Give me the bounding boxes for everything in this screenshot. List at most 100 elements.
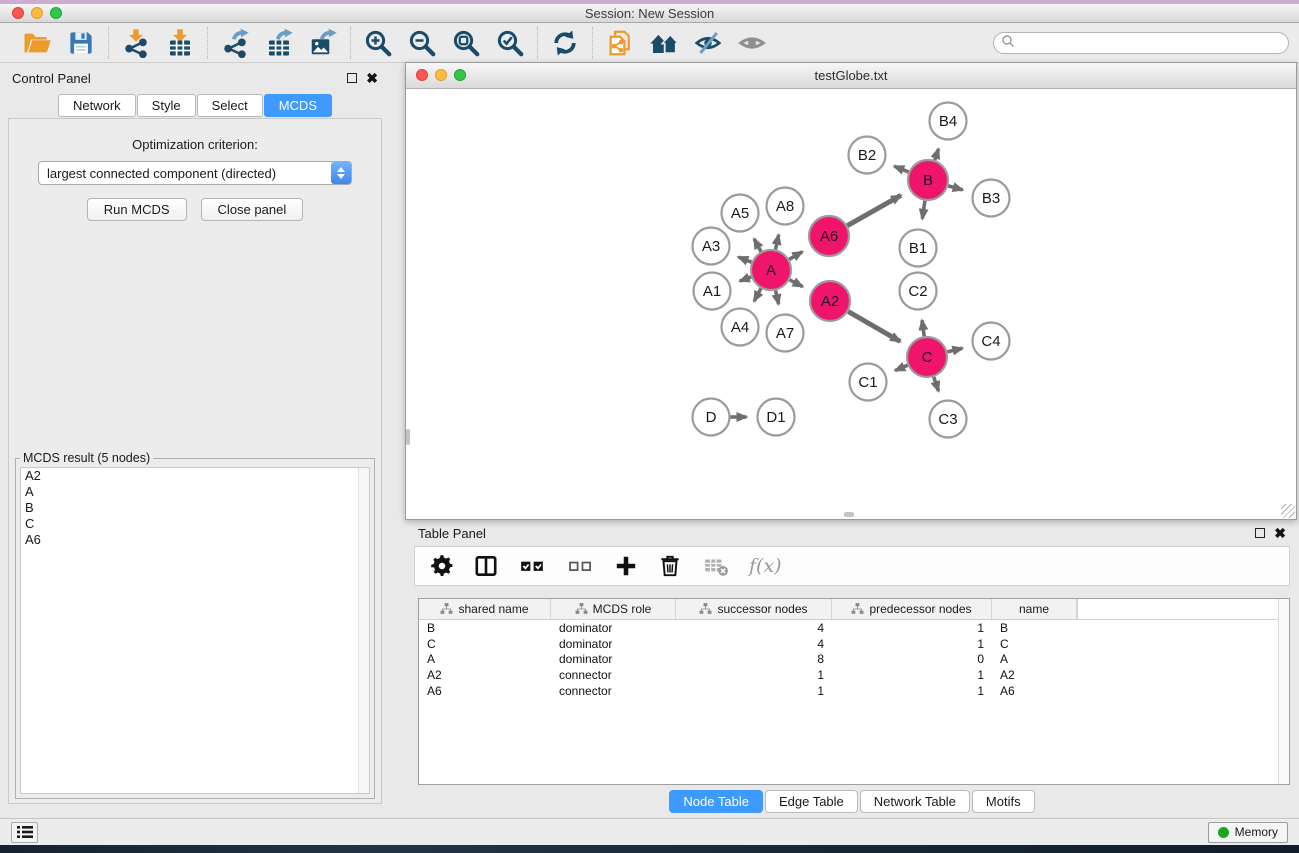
cell-shared-name[interactable]: B <box>419 621 551 635</box>
edge-A-A2[interactable] <box>790 280 803 287</box>
function-builder-icon[interactable]: f(x) <box>749 555 782 577</box>
export-image-icon[interactable] <box>304 26 342 60</box>
cell-name[interactable]: B <box>992 621 1077 635</box>
cell-name[interactable]: A2 <box>992 668 1077 682</box>
mcds-result-item[interactable]: C <box>21 516 369 532</box>
column-header-predecessor-nodes[interactable]: predecessor nodes <box>832 599 992 619</box>
zoom-out-icon[interactable] <box>403 26 441 60</box>
node-A5[interactable]: A5 <box>722 195 759 232</box>
cell-successor-nodes[interactable]: 1 <box>676 684 832 698</box>
deselect-all-icon[interactable] <box>565 553 595 579</box>
table-row[interactable]: A6connector11A6 <box>419 683 1289 699</box>
edge-A-A1[interactable] <box>740 277 751 281</box>
column-header-MCDS-role[interactable]: MCDS role <box>551 599 676 619</box>
network-minimize-icon[interactable] <box>435 69 447 81</box>
cell-MCDS-role[interactable]: connector <box>551 668 676 682</box>
zoom-window-icon[interactable] <box>50 7 62 19</box>
cell-predecessor-nodes[interactable]: 1 <box>832 621 992 635</box>
cell-MCDS-role[interactable]: dominator <box>551 637 676 651</box>
edge-A-A7[interactable] <box>776 291 779 305</box>
edge-C-C1[interactable] <box>895 365 908 370</box>
column-header-successor-nodes[interactable]: successor nodes <box>676 599 832 619</box>
edge-B-B1[interactable] <box>922 201 925 219</box>
network-canvas[interactable]: AA1A2A3A4A5A6A7A8BB1B2B3B4CC1C2C3C4DD1 <box>406 89 1296 519</box>
add-column-icon[interactable] <box>613 553 639 579</box>
tab-style[interactable]: Style <box>137 94 196 117</box>
cell-predecessor-nodes[interactable]: 0 <box>832 652 992 666</box>
canvas-hscroll-thumb[interactable] <box>844 512 854 517</box>
close-table-panel-icon[interactable]: ✖ <box>1274 528 1286 538</box>
cell-MCDS-role[interactable]: dominator <box>551 621 676 635</box>
node-A8[interactable]: A8 <box>767 188 804 225</box>
search-field[interactable] <box>993 32 1289 54</box>
edge-C-C4[interactable] <box>947 348 962 352</box>
table-row[interactable]: Cdominator41C <box>419 636 1289 652</box>
home-icon[interactable] <box>645 26 683 60</box>
table-row[interactable]: Adominator80A <box>419 652 1289 668</box>
node-C[interactable]: C <box>907 337 947 377</box>
cell-predecessor-nodes[interactable]: 1 <box>832 668 992 682</box>
tab-node-table[interactable]: Node Table <box>669 790 763 813</box>
node-B3[interactable]: B3 <box>973 180 1010 217</box>
network-close-icon[interactable] <box>416 69 428 81</box>
node-A7[interactable]: A7 <box>767 315 804 352</box>
node-B[interactable]: B <box>908 160 948 200</box>
traffic-lights[interactable] <box>12 7 62 19</box>
node-A3[interactable]: A3 <box>693 228 730 265</box>
task-history-button[interactable] <box>11 822 38 843</box>
float-table-panel-icon[interactable] <box>1255 528 1265 538</box>
node-A[interactable]: A <box>751 250 791 290</box>
edge-A6-B[interactable] <box>847 195 901 225</box>
cell-successor-nodes[interactable]: 1 <box>676 668 832 682</box>
column-header-name[interactable]: name <box>992 599 1077 619</box>
cell-shared-name[interactable]: A6 <box>419 684 551 698</box>
cell-shared-name[interactable]: A2 <box>419 668 551 682</box>
hide-graphics-icon[interactable] <box>689 26 727 60</box>
edge-A-A4[interactable] <box>754 288 761 301</box>
tab-mcds[interactable]: MCDS <box>264 94 332 117</box>
open-session-icon[interactable] <box>601 26 639 60</box>
close-window-icon[interactable] <box>12 7 24 19</box>
node-C4[interactable]: C4 <box>973 323 1010 360</box>
zoom-fit-icon[interactable] <box>447 26 485 60</box>
minimize-window-icon[interactable] <box>31 7 43 19</box>
node-A6[interactable]: A6 <box>809 216 849 256</box>
cell-successor-nodes[interactable]: 8 <box>676 652 832 666</box>
run-mcds-button[interactable]: Run MCDS <box>87 198 187 221</box>
import-network-icon[interactable] <box>117 26 155 60</box>
mcds-result-item[interactable]: A <box>21 484 369 500</box>
cell-MCDS-role[interactable]: connector <box>551 684 676 698</box>
tab-select[interactable]: Select <box>197 94 263 117</box>
zoom-in-icon[interactable] <box>359 26 397 60</box>
memory-button[interactable]: Memory <box>1208 822 1288 843</box>
node-A2[interactable]: A2 <box>810 281 850 321</box>
result-scrollbar[interactable] <box>358 468 369 793</box>
cell-name[interactable]: C <box>992 637 1077 651</box>
float-panel-icon[interactable] <box>347 73 357 83</box>
tab-edge-table[interactable]: Edge Table <box>765 790 858 813</box>
search-input[interactable] <box>1015 36 1288 50</box>
node-C2[interactable]: C2 <box>900 273 937 310</box>
node-C1[interactable]: C1 <box>850 364 887 401</box>
export-table-icon[interactable] <box>260 26 298 60</box>
column-header-shared-name[interactable]: shared name <box>419 599 551 619</box>
cell-successor-nodes[interactable]: 4 <box>676 621 832 635</box>
cell-shared-name[interactable]: C <box>419 637 551 651</box>
select-all-icon[interactable] <box>517 553 547 579</box>
table-scrollbar[interactable] <box>1278 599 1289 784</box>
node-B4[interactable]: B4 <box>930 103 967 140</box>
node-C3[interactable]: C3 <box>930 401 967 438</box>
mcds-result-list[interactable]: A2ABCA6 <box>20 467 370 794</box>
table-row[interactable]: A2connector11A2 <box>419 667 1289 683</box>
mcds-result-item[interactable]: A6 <box>21 532 369 548</box>
open-folder-icon[interactable] <box>18 26 56 60</box>
columns-icon[interactable] <box>473 553 499 579</box>
cell-name[interactable]: A <box>992 652 1077 666</box>
cell-successor-nodes[interactable]: 4 <box>676 637 832 651</box>
refresh-icon[interactable] <box>546 26 584 60</box>
node-D[interactable]: D <box>693 399 730 436</box>
cell-predecessor-nodes[interactable]: 1 <box>832 637 992 651</box>
edge-A-A5[interactable] <box>754 239 761 252</box>
table-row[interactable]: Bdominator41B <box>419 620 1289 636</box>
show-graphics-icon[interactable] <box>733 26 771 60</box>
